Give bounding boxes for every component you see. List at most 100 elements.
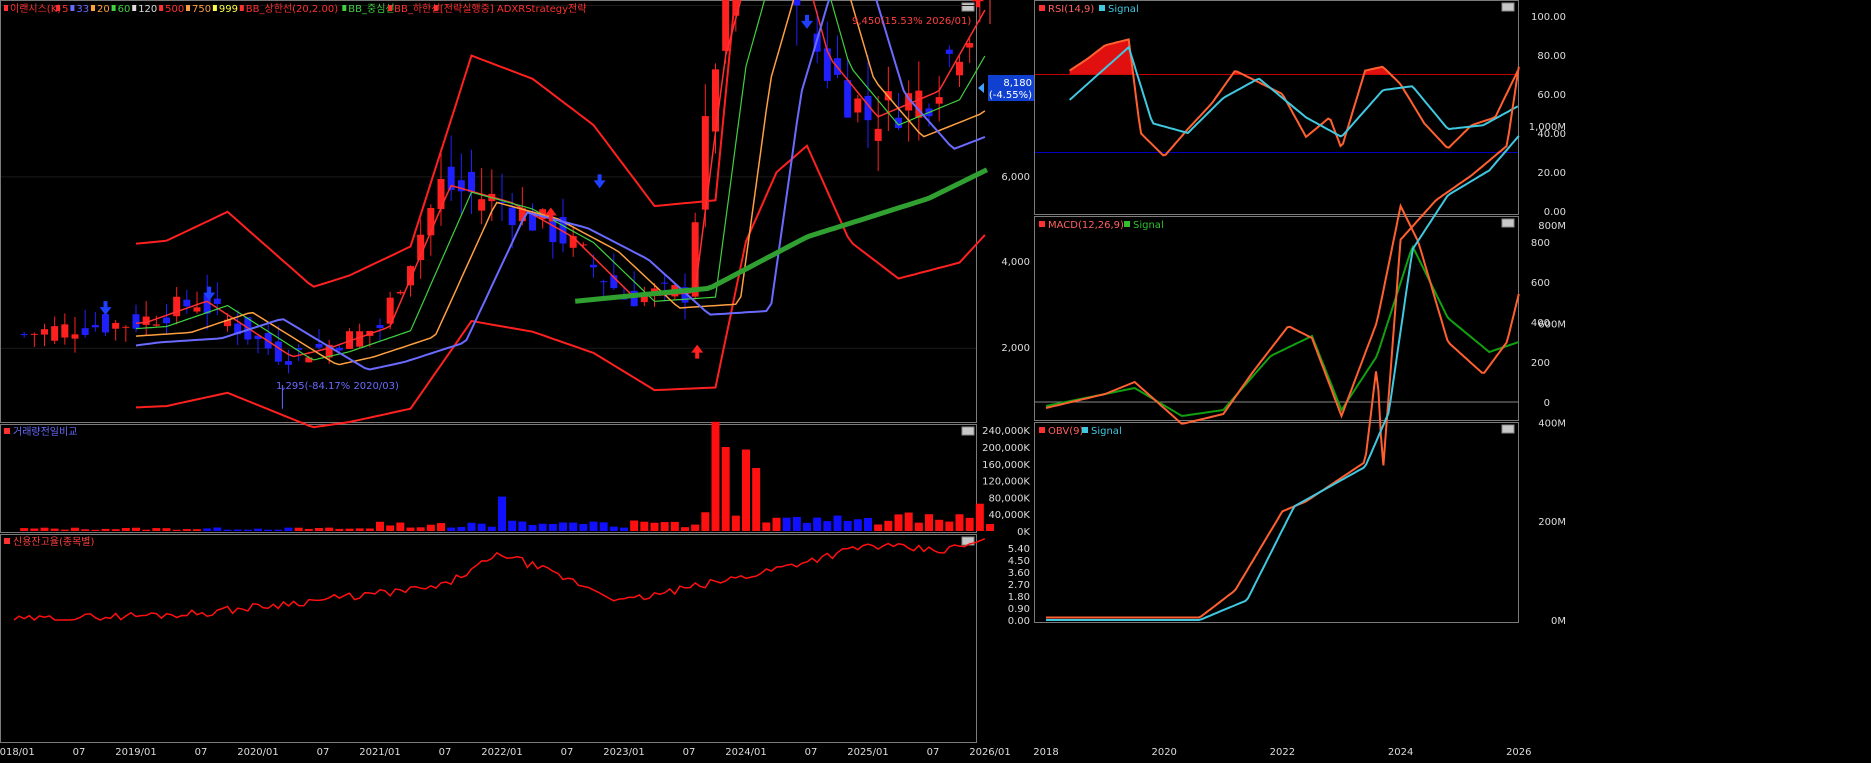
volume-ytick: 40,000K <box>988 510 1030 521</box>
volume-bar <box>213 527 222 531</box>
high-label: 9,450(15.53% 2026/01) <box>852 16 971 27</box>
volume-bar <box>91 529 100 531</box>
x-tick-left: 2018/01 <box>0 747 35 758</box>
candle-body <box>722 0 730 51</box>
candle-body <box>823 48 831 81</box>
obv-y-axis: 1,000M 800M 600M 400M 200M 0M <box>1529 122 1566 627</box>
candle-body <box>71 334 79 339</box>
candle-body <box>966 43 974 48</box>
candle-body <box>122 326 130 328</box>
panel-window-button[interactable] <box>961 426 975 436</box>
legend-item: 이랜시스(K) <box>10 3 61 15</box>
obv-ytick: 600M <box>1538 320 1566 331</box>
volume-bar <box>965 517 974 531</box>
price-candles <box>20 0 991 429</box>
volume-bar <box>193 529 201 531</box>
obv-ytick: 0M <box>1551 616 1566 627</box>
credit-ytick: 4.50 <box>1008 556 1030 567</box>
x-tick-left: 2026/01 <box>969 747 1011 758</box>
rsi-title: RSI(14,9) <box>1048 4 1094 15</box>
volume-bar <box>426 524 435 531</box>
volume-bar <box>752 468 761 531</box>
rsi-y-axis: 100.0080.0060.0040.0020.000.00 <box>1531 12 1566 218</box>
volume-bar <box>823 521 832 531</box>
rsi-signal-label: Signal <box>1108 4 1139 15</box>
legend-swatch <box>342 5 347 11</box>
x-tick-left: 07 <box>195 747 208 758</box>
panel-window-button[interactable] <box>1501 2 1515 12</box>
candle-body <box>396 291 404 294</box>
rsi-lines <box>1035 38 1519 157</box>
volume-bar <box>467 522 476 531</box>
volume-bar <box>518 521 527 531</box>
volume-bar <box>711 421 720 531</box>
volume-bar <box>20 528 29 531</box>
volume-bar <box>803 522 811 531</box>
strategy-arrow <box>99 301 112 316</box>
volume-bar <box>254 528 262 531</box>
volume-bar <box>589 521 598 531</box>
volume-bar <box>792 516 801 531</box>
volume-bar <box>284 527 293 531</box>
candle-body <box>91 324 99 328</box>
candle-body <box>102 314 109 333</box>
volume-bar <box>487 526 496 531</box>
window-buttons[interactable] <box>961 2 1515 546</box>
legend-item: 500 <box>165 4 184 15</box>
candle-body <box>152 324 160 326</box>
bb-upper-band <box>135 0 736 288</box>
volume-ytick: 120,000K <box>982 477 1030 488</box>
candle-body <box>468 171 475 193</box>
main-ytick-4000: 4,000 <box>1001 257 1030 268</box>
legend-swatch <box>132 5 137 11</box>
volume-bar <box>935 519 944 531</box>
bb-lower-band <box>135 144 986 429</box>
legend-item: 5 <box>62 4 68 15</box>
volume-bar <box>986 524 994 531</box>
candle-body <box>274 341 282 362</box>
credit-ytick: 0.90 <box>1008 604 1030 615</box>
volume-bar <box>162 528 171 531</box>
candle-body <box>376 325 384 328</box>
legend-item: [전략실행중] ADXRStrategy전략 <box>440 3 587 15</box>
rsi-line <box>1069 38 1519 157</box>
volume-bar <box>416 527 425 531</box>
credit-ytick: 0.00 <box>1008 616 1030 627</box>
legend-item: 750 <box>192 4 211 15</box>
volume-bar <box>955 514 964 531</box>
legend-swatch <box>433 5 438 11</box>
volume-bar <box>294 527 303 531</box>
volume-bar <box>81 529 90 531</box>
volume-y-axis: 240,000K 200,000K 160,000K 120,000K 80,000K 4… <box>982 426 1030 538</box>
candle-body <box>81 328 89 335</box>
volume-bar <box>599 522 608 531</box>
macd-signal-label: Signal <box>1133 220 1164 231</box>
x-tick-right: 2022 <box>1270 747 1295 758</box>
rsi-ytick: 60.00 <box>1537 90 1566 101</box>
macd-signal-line <box>1045 244 1520 417</box>
candle-body <box>712 69 719 132</box>
volume-ytick: 0K <box>1017 527 1030 538</box>
credit-title: 신용잔고율(종목별) <box>13 536 95 548</box>
ma5-line <box>135 0 986 358</box>
x-tick-left: 07 <box>561 747 574 758</box>
volume-bar <box>172 529 181 531</box>
volume-bar <box>843 520 852 531</box>
panel-window-button[interactable] <box>1501 424 1515 434</box>
volume-bar <box>243 529 252 531</box>
legend-item: BB_상한선(20,2.00) <box>246 3 338 15</box>
volume-bars <box>20 421 994 531</box>
obv-lines <box>1046 66 1520 621</box>
candle-body <box>549 219 557 243</box>
candle-body <box>183 299 191 307</box>
main-ytick-6000: 6,000 <box>1001 172 1030 183</box>
volume-bar <box>355 528 364 531</box>
price-change: (-4.55%) <box>989 90 1032 101</box>
volume-bar <box>50 528 59 531</box>
legend-swatch <box>111 5 116 11</box>
volume-ytick: 80,000K <box>988 493 1030 504</box>
panel-window-button[interactable] <box>1501 218 1515 228</box>
credit-line <box>13 538 986 621</box>
panel-window-button[interactable] <box>961 2 975 12</box>
candle-body <box>41 329 48 335</box>
